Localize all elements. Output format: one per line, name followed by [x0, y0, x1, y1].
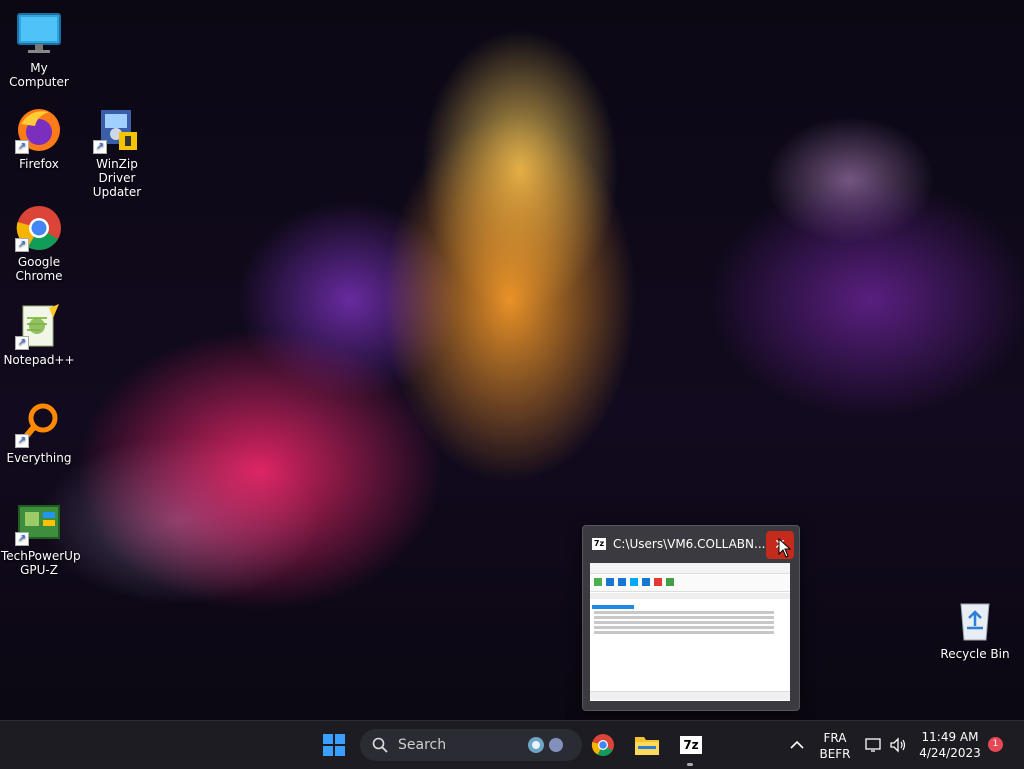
shortcut-arrow-icon: ↗ — [15, 336, 29, 350]
desktop-icon-winzip-driver-updater[interactable]: ↗ WinZip Driver Updater — [79, 106, 155, 199]
clock-date: 4/24/2023 — [919, 746, 981, 760]
sevenzip-app-icon: 7z — [592, 538, 606, 550]
network-icon — [865, 738, 881, 752]
shortcut-arrow-icon: ↗ — [15, 238, 29, 252]
desktop-icon-label: WinZip Driver Updater — [92, 157, 142, 199]
search-placeholder: Search — [398, 737, 447, 753]
thumb-row — [594, 616, 774, 619]
volume-button[interactable] — [882, 729, 914, 761]
thumb-selected-row — [592, 605, 634, 609]
thumb-row — [594, 621, 774, 624]
desktop-icon-my-computer[interactable]: My Computer — [1, 10, 77, 89]
desktop-icon-label: My Computer — [9, 61, 69, 89]
taskbar: Search 7z FRA BEFR 11:49 AM 4/24/2023 1 — [0, 720, 1024, 769]
thumb-row — [594, 611, 774, 614]
everything-icon: ↗ — [15, 400, 63, 448]
taskbar-search-box[interactable]: Search — [360, 729, 582, 761]
shortcut-arrow-icon: ↗ — [15, 140, 29, 154]
language-code: FRA — [823, 731, 847, 745]
desktop-icon-google-chrome[interactable]: ↗ Google Chrome — [1, 204, 77, 283]
chrome-icon: ↗ — [15, 204, 63, 252]
notepadpp-icon: ↗ — [15, 302, 63, 350]
taskbar-file-explorer-button[interactable] — [631, 729, 663, 761]
preview-window-thumbnail[interactable] — [590, 563, 790, 701]
firefox-icon: ↗ — [15, 106, 63, 154]
search-highlight-icon — [522, 734, 572, 756]
thumb-row — [594, 631, 774, 634]
shortcut-arrow-icon: ↗ — [15, 434, 29, 448]
chrome-icon — [591, 734, 614, 756]
desktop-icon-label: TechPowerUp GPU-Z — [1, 549, 81, 577]
desktop-icon-everything[interactable]: ↗ Everything — [1, 400, 77, 465]
show-hidden-icons-button[interactable] — [781, 729, 813, 761]
keyboard-layout: BEFR — [819, 747, 851, 761]
taskbar-chrome-button[interactable] — [587, 729, 619, 761]
desktop-icon-firefox[interactable]: ↗ Firefox — [1, 106, 77, 171]
thumb-row — [594, 626, 774, 629]
taskbar-thumbnail-preview[interactable]: 7z C:\Users\VM6.COLLABN... ✕ — [582, 525, 800, 711]
thumb-address-bar — [590, 593, 790, 599]
desktop-icon-label: Firefox — [19, 157, 59, 171]
taskbar-7zip-button[interactable]: 7z — [675, 729, 707, 761]
desktop-icon-notepad-plus-plus[interactable]: ↗ Notepad++ — [1, 302, 77, 367]
recycle-bin-icon — [951, 596, 999, 644]
start-button[interactable] — [318, 729, 350, 761]
shortcut-arrow-icon: ↗ — [15, 532, 29, 546]
windows-logo-icon — [323, 734, 345, 756]
chevron-up-icon — [790, 740, 804, 749]
winzip-driver-icon: ↗ — [93, 106, 141, 154]
desktop-icon-label: Everything — [6, 451, 72, 465]
speaker-icon — [890, 737, 906, 753]
language-indicator[interactable]: FRA BEFR — [816, 730, 854, 762]
notification-badge[interactable]: 1 — [988, 737, 1003, 752]
monitor-icon — [15, 10, 63, 58]
desktop-icon-label: Notepad++ — [3, 353, 75, 367]
gpuz-icon: ↗ — [15, 498, 63, 546]
sevenzip-icon: 7z — [680, 736, 702, 754]
desktop-icon-label: Recycle Bin — [940, 647, 1010, 661]
shortcut-arrow-icon: ↗ — [93, 140, 107, 154]
desktop-icon-techpowerup-gpu-z[interactable]: ↗ TechPowerUp GPU-Z — [1, 498, 81, 577]
mouse-cursor-icon — [778, 537, 792, 562]
clock[interactable]: 11:49 AM 4/24/2023 — [912, 729, 988, 761]
desktop-icon-recycle-bin[interactable]: Recycle Bin — [937, 596, 1013, 661]
desktop-icon-label: Google Chrome — [15, 255, 63, 283]
clock-time: 11:49 AM — [921, 730, 979, 744]
thumb-menubar — [590, 563, 790, 574]
running-indicator — [687, 763, 693, 766]
thumb-toolbar — [590, 575, 790, 592]
preview-window-title: C:\Users\VM6.COLLABN... — [613, 537, 766, 551]
search-icon — [372, 737, 388, 753]
folder-icon — [635, 737, 659, 755]
thumb-statusbar — [590, 691, 790, 700]
